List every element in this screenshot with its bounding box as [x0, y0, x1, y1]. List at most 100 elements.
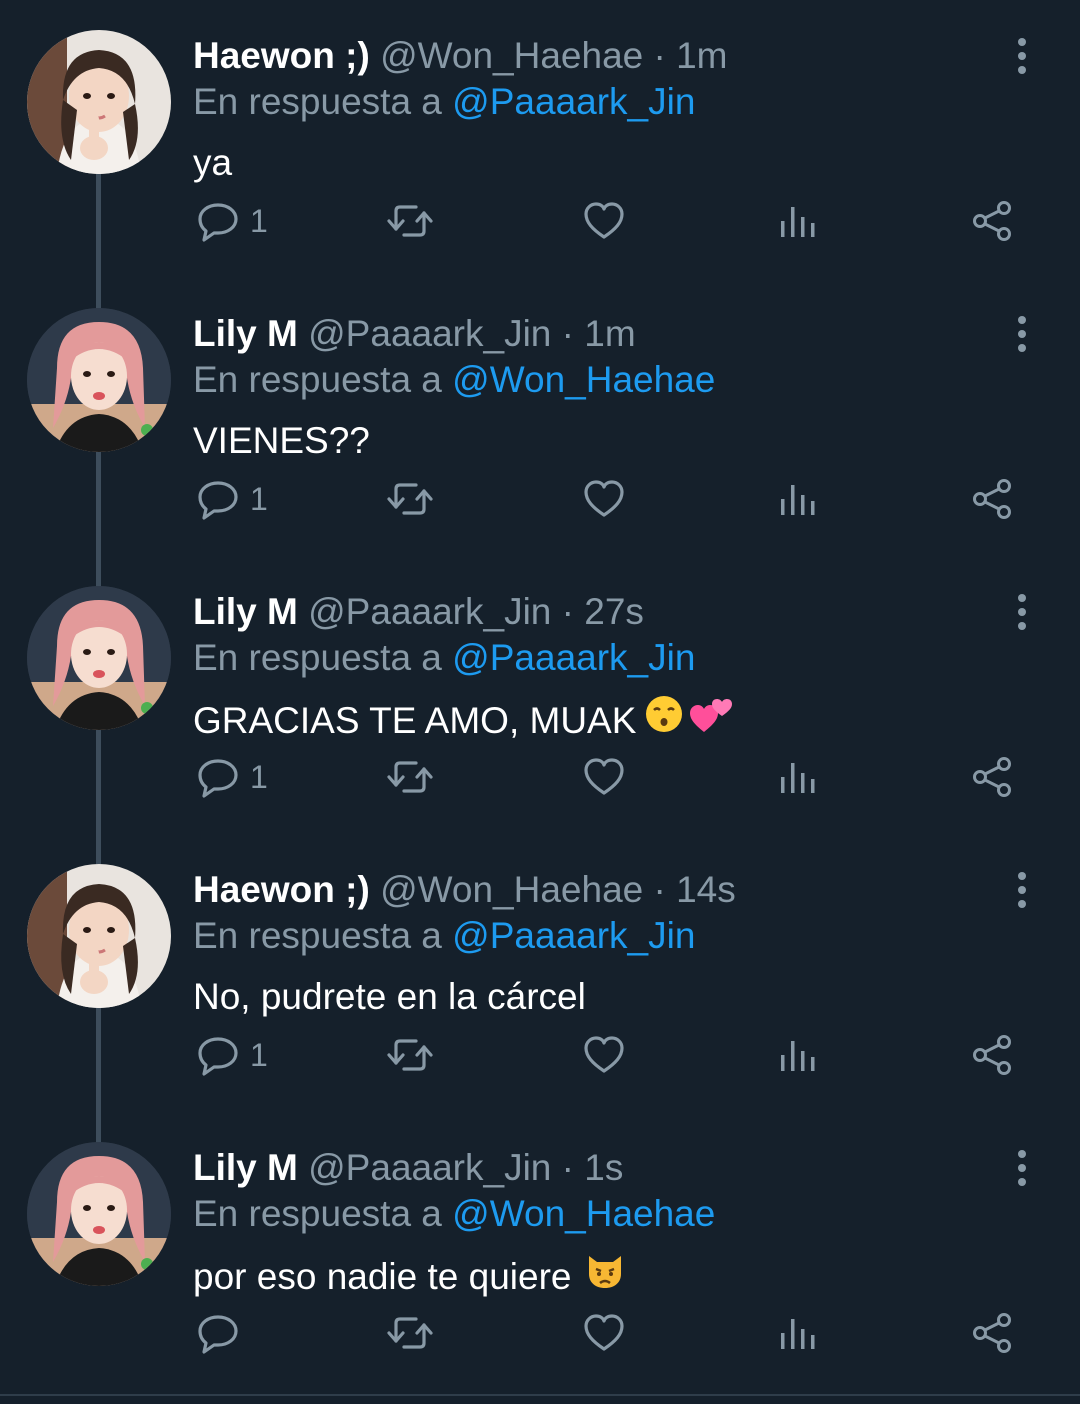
reply-context: En respuesta a @Paaaark_Jin	[193, 914, 695, 958]
avatar[interactable]	[27, 586, 171, 730]
haewon-avatar-image	[27, 30, 171, 174]
separator-dot: ·	[653, 35, 666, 76]
display-name[interactable]: Lily M	[193, 313, 298, 354]
share-icon	[973, 1313, 1011, 1353]
pouting-cat-emoji	[584, 1250, 626, 1303]
analytics-button[interactable]	[778, 1308, 818, 1358]
share-icon	[973, 479, 1011, 519]
lily-avatar-image	[27, 308, 171, 452]
reply-count: 1	[250, 1036, 268, 1073]
tweet-text-content: ya	[193, 142, 233, 183]
retweet-icon	[387, 1317, 433, 1349]
reply-mention-link[interactable]: @Won_Haehae	[452, 1193, 715, 1234]
analytics-icon	[781, 1041, 815, 1071]
timestamp[interactable]: 1s	[584, 1147, 623, 1188]
more-options-icon[interactable]	[1004, 870, 1040, 910]
reply-button[interactable]: 1	[196, 1030, 268, 1080]
tweet-actions: 1	[190, 474, 1030, 524]
separator-dot: ·	[561, 1147, 574, 1188]
display-name[interactable]: Haewon ;)	[193, 869, 370, 910]
reply-context: En respuesta a @Won_Haehae	[193, 1192, 715, 1236]
tweet[interactable]: Lily M @Paaaark_Jin · 1s En respuesta a …	[0, 1112, 1080, 1390]
tweet-header: Lily M @Paaaark_Jin · 1m	[193, 312, 636, 356]
kissing-face-emoji	[644, 694, 684, 747]
tweet-header: Haewon ;) @Won_Haehae · 1m	[193, 34, 728, 78]
more-options-icon[interactable]	[1004, 1148, 1040, 1188]
reply-button[interactable]: 1	[196, 196, 268, 246]
more-options-icon[interactable]	[1004, 592, 1040, 632]
retweet-button[interactable]	[386, 474, 434, 524]
reply-mention-link[interactable]: @Paaaark_Jin	[452, 915, 695, 956]
tweet[interactable]: Haewon ;) @Won_Haehae · 1m En respuesta …	[0, 0, 1080, 278]
reply-button[interactable]	[196, 1308, 250, 1358]
tweet[interactable]: Lily M @Paaaark_Jin · 1m En respuesta a …	[0, 278, 1080, 556]
like-button[interactable]	[582, 474, 626, 524]
analytics-button[interactable]	[778, 196, 818, 246]
share-button[interactable]	[970, 1030, 1014, 1080]
tweet-text-content: VIENES??	[193, 420, 370, 461]
analytics-icon	[781, 207, 815, 237]
tweet-text: por eso nadie te quiere	[193, 1250, 626, 1303]
tweet[interactable]: Lily M @Paaaark_Jin · 27s En respuesta a…	[0, 556, 1080, 834]
more-options-icon[interactable]	[1004, 314, 1040, 354]
user-handle[interactable]: @Paaaark_Jin	[308, 591, 551, 632]
reply-mention-link[interactable]: @Won_Haehae	[452, 359, 715, 400]
timestamp[interactable]: 27s	[584, 591, 644, 632]
reply-button[interactable]: 1	[196, 752, 268, 802]
like-button[interactable]	[582, 752, 626, 802]
reply-context: En respuesta a @Won_Haehae	[193, 358, 715, 402]
analytics-button[interactable]	[778, 752, 818, 802]
heart-icon	[584, 202, 624, 239]
retweet-button[interactable]	[386, 1030, 434, 1080]
reply-icon	[198, 481, 238, 520]
like-button[interactable]	[582, 196, 626, 246]
share-icon	[973, 757, 1011, 797]
user-handle[interactable]: @Paaaark_Jin	[308, 1147, 551, 1188]
timestamp[interactable]: 1m	[584, 313, 635, 354]
share-button[interactable]	[970, 474, 1014, 524]
like-button[interactable]	[582, 1030, 626, 1080]
timestamp[interactable]: 1m	[676, 35, 727, 76]
retweet-button[interactable]	[386, 1308, 434, 1358]
avatar[interactable]	[27, 308, 171, 452]
tweet-text: No, pudrete en la cárcel	[193, 972, 586, 1022]
retweet-button[interactable]	[386, 196, 434, 246]
share-button[interactable]	[970, 196, 1014, 246]
heart-icon	[584, 758, 624, 795]
retweet-button[interactable]	[386, 752, 434, 802]
tweet-header: Lily M @Paaaark_Jin · 1s	[193, 1146, 623, 1190]
display-name[interactable]: Lily M	[193, 591, 298, 632]
retweet-icon	[387, 1039, 433, 1071]
reply-prefix: En respuesta a	[193, 359, 442, 400]
analytics-button[interactable]	[778, 474, 818, 524]
more-options-icon[interactable]	[1004, 36, 1040, 76]
reply-count: 1	[250, 480, 268, 517]
avatar[interactable]	[27, 30, 171, 174]
analytics-button[interactable]	[778, 1030, 818, 1080]
like-button[interactable]	[582, 1308, 626, 1358]
timestamp[interactable]: 14s	[676, 869, 736, 910]
reply-count: 1	[250, 758, 268, 795]
display-name[interactable]: Lily M	[193, 1147, 298, 1188]
display-name[interactable]: Haewon ;)	[193, 35, 370, 76]
tweet-text: VIENES??	[193, 416, 370, 466]
tweet[interactable]: Haewon ;) @Won_Haehae · 14s En respuesta…	[0, 834, 1080, 1112]
share-button[interactable]	[970, 1308, 1014, 1358]
bottom-divider	[0, 1394, 1080, 1396]
user-handle[interactable]: @Won_Haehae	[380, 869, 643, 910]
reply-mention-link[interactable]: @Paaaark_Jin	[452, 81, 695, 122]
two-hearts-emoji	[688, 694, 734, 747]
reply-context: En respuesta a @Paaaark_Jin	[193, 636, 695, 680]
retweet-icon	[387, 483, 433, 515]
user-handle[interactable]: @Won_Haehae	[380, 35, 643, 76]
share-button[interactable]	[970, 752, 1014, 802]
avatar[interactable]	[27, 1142, 171, 1286]
reply-prefix: En respuesta a	[193, 915, 442, 956]
reply-mention-link[interactable]: @Paaaark_Jin	[452, 637, 695, 678]
user-handle[interactable]: @Paaaark_Jin	[308, 313, 551, 354]
reply-button[interactable]: 1	[196, 474, 268, 524]
tweet-header: Lily M @Paaaark_Jin · 27s	[193, 590, 644, 634]
tweet-text: GRACIAS TE AMO, MUAK	[193, 694, 734, 747]
separator-dot: ·	[561, 313, 574, 354]
avatar[interactable]	[27, 864, 171, 1008]
